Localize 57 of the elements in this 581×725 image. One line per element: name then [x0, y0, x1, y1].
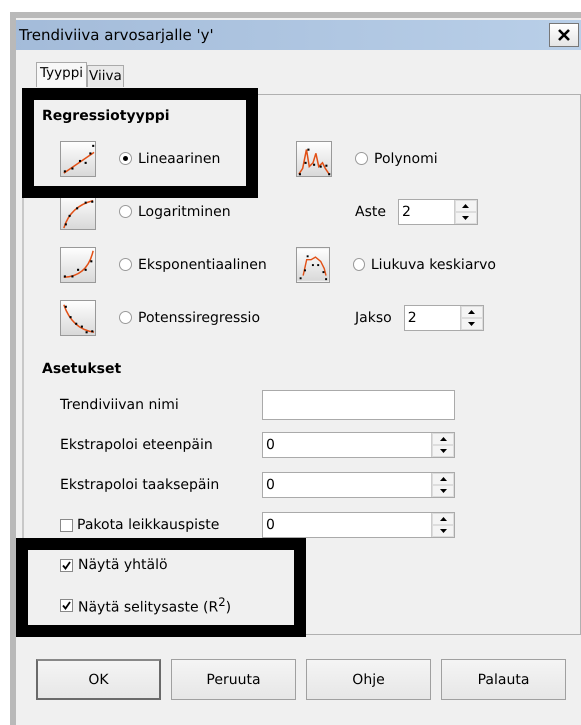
- spin-field[interactable]: 2: [398, 198, 478, 224]
- check-icon: [62, 600, 71, 610]
- dialog-button[interactable]: Palauta: [441, 659, 566, 700]
- radio-button[interactable]: [119, 258, 132, 271]
- up-arrow-icon: [468, 310, 476, 314]
- dialog-button[interactable]: Peruuta: [171, 659, 296, 700]
- up-arrow-icon: [462, 204, 470, 208]
- down-arrow-icon: [440, 449, 446, 453]
- option-label[interactable]: Potenssiregressio: [138, 310, 260, 326]
- radio-button[interactable]: [119, 311, 132, 324]
- option-label[interactable]: Polynomi: [374, 150, 438, 166]
- spin-field[interactable]: 0: [262, 512, 455, 538]
- trendline-chart-icon: [60, 300, 96, 336]
- field-label: Jakso: [355, 310, 392, 326]
- tab[interactable]: Tyyppi: [36, 62, 88, 87]
- down-arrow-icon: [440, 489, 446, 493]
- dialog-button[interactable]: OK: [36, 659, 161, 700]
- spin-field[interactable]: 0: [262, 472, 455, 498]
- up-arrow-icon: [440, 437, 446, 441]
- close-icon: [557, 28, 571, 42]
- dialog-button[interactable]: Ohje: [306, 659, 431, 700]
- trendline-chart-icon: [60, 246, 96, 282]
- radio-button[interactable]: [119, 152, 132, 165]
- tab[interactable]: Viiva: [87, 65, 124, 87]
- checkbox[interactable]: [60, 518, 73, 532]
- trendline-chart-icon: [296, 140, 332, 176]
- down-arrow-icon: [468, 322, 476, 326]
- text-field[interactable]: [262, 390, 455, 420]
- checkbox[interactable]: [60, 558, 73, 572]
- option-label[interactable]: Liukuva keskiarvo: [370, 256, 496, 272]
- trendline-chart-icon: [296, 246, 330, 282]
- radio-button[interactable]: [352, 258, 365, 271]
- up-arrow-icon: [440, 517, 446, 521]
- check-icon: [62, 560, 71, 570]
- checkbox[interactable]: [60, 598, 73, 612]
- section-heading: Regressiotyyppi: [42, 108, 171, 124]
- section-heading: Asetukset: [42, 361, 122, 377]
- field-label: Ekstrapoloi taaksepäin: [60, 477, 220, 493]
- spin-field[interactable]: 0: [262, 432, 455, 458]
- close-button[interactable]: [549, 23, 579, 47]
- down-arrow-icon: [462, 216, 470, 220]
- window-title: Trendiviiva arvosarjalle 'y': [19, 26, 214, 44]
- trendline-chart-icon: [60, 140, 96, 176]
- option-label[interactable]: Lineaarinen: [138, 150, 220, 166]
- spin-field[interactable]: 2: [404, 304, 484, 330]
- checkbox-label[interactable]: Näytä yhtälö: [78, 557, 168, 573]
- down-arrow-icon: [440, 529, 446, 533]
- radio-button[interactable]: [355, 152, 368, 165]
- option-label[interactable]: Eksponentiaalinen: [138, 256, 267, 272]
- checkbox-label[interactable]: Näytä selitysaste (R$^{2}$): [78, 594, 232, 616]
- field-label: Ekstrapoloi eteenpäin: [60, 437, 213, 453]
- field-label: Pakota leikkauspiste: [77, 517, 220, 533]
- up-arrow-icon: [440, 477, 446, 481]
- field-label: Aste: [355, 204, 386, 220]
- radio-button[interactable]: [119, 205, 132, 218]
- option-label[interactable]: Logaritminen: [138, 204, 231, 220]
- field-label: Trendiviivan nimi: [60, 397, 179, 413]
